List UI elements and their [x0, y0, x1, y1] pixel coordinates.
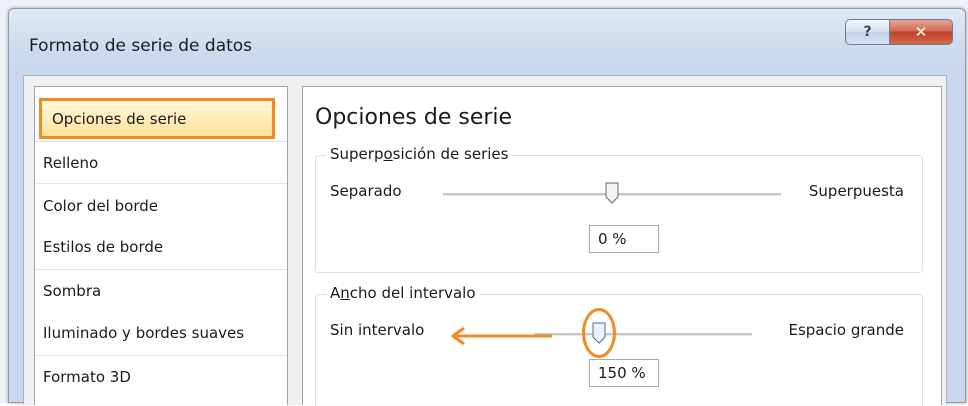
overlap-min-label: Separado [330, 182, 402, 200]
overlap-max-label: Superpuesta [808, 182, 904, 200]
overlap-slider-thumb[interactable] [605, 182, 619, 204]
close-button[interactable]: ✕ [889, 19, 953, 45]
nav-item-estilos-de-borde[interactable]: Estilos de borde [43, 238, 163, 256]
format-data-series-dialog: Formato de serie de datos ? ✕ Opciones d… [8, 8, 966, 406]
nav-item-sombra[interactable]: Sombra [43, 282, 101, 300]
overlap-group: Superposición de series Separado Superpu… [315, 145, 923, 273]
gap-value-input[interactable]: 150 % [589, 359, 659, 387]
nav-item-formato-3d[interactable]: Formato 3D [43, 368, 131, 386]
panel-heading: Opciones de serie [315, 105, 513, 130]
nav-separator [35, 183, 287, 184]
nav-item-opciones-de-serie[interactable]: Opciones de serie [39, 98, 275, 139]
gap-width-group-label: Ancho del intervalo [326, 284, 480, 302]
overlap-group-label: Superposición de series [326, 145, 513, 163]
window-buttons: ? ✕ [845, 19, 953, 45]
dialog-content: Opciones de serie Relleno Color del bord… [23, 75, 947, 406]
title-bar: Formato de serie de datos ? ✕ [9, 9, 965, 75]
overlap-value-input[interactable]: 0 % [589, 225, 659, 253]
nav-item-color-del-borde[interactable]: Color del borde [43, 197, 158, 215]
series-options-panel: Opciones de serie Superposición de serie… [302, 86, 942, 406]
gap-min-label: Sin intervalo [330, 321, 425, 339]
left-arrow-icon [451, 326, 552, 346]
dialog-title: Formato de serie de datos [29, 36, 253, 56]
nav-item-iluminado[interactable]: Iluminado y bordes suaves [43, 324, 244, 342]
help-button[interactable]: ? [845, 19, 889, 45]
nav-separator [35, 269, 287, 270]
close-icon: ✕ [914, 23, 928, 41]
gap-slider-track[interactable] [534, 333, 752, 336]
nav-separator [35, 355, 287, 356]
nav-item-relleno[interactable]: Relleno [43, 154, 98, 172]
gap-thumb-highlight [582, 308, 617, 358]
category-list: Opciones de serie Relleno Color del bord… [34, 86, 288, 405]
gap-width-group: Ancho del intervalo Sin intervalo Espaci… [315, 284, 923, 406]
nav-item-label: Opciones de serie [52, 110, 187, 128]
gap-max-label: Espacio grande [788, 321, 904, 339]
nav-separator [35, 141, 287, 142]
help-icon: ? [863, 24, 872, 40]
